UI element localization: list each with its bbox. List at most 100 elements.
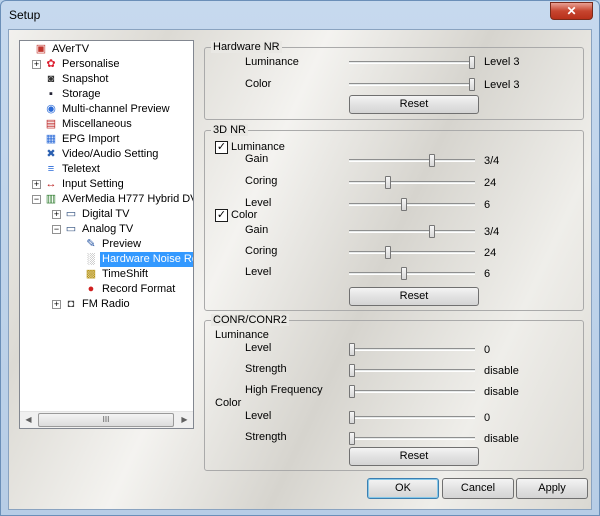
3d-nr-luminance-setting-value: 3/4 (484, 155, 500, 167)
conr-luminance-setting-value: disable (484, 365, 519, 377)
conr-reset-button[interactable]: Reset (349, 447, 479, 466)
conr-title: CONR/CONR2 (211, 314, 289, 326)
slider-thumb[interactable] (349, 432, 355, 445)
slider-thumb[interactable] (429, 154, 435, 167)
3d-nr-color-setting-value: 6 (484, 268, 491, 280)
conr-color-setting-value: disable (484, 433, 519, 445)
conr-color-setting-slider[interactable] (349, 432, 475, 445)
horizontal-scrollbar[interactable]: ◀ III ▶ (20, 411, 193, 428)
timeshift-icon: ▩ (85, 268, 97, 280)
hardware-nr-title: Hardware NR (211, 41, 282, 53)
expand-icon[interactable]: + (52, 300, 61, 309)
conr-luminance-setting-value: disable (484, 386, 519, 398)
3d-nr-reset-button[interactable]: Reset (349, 287, 479, 306)
3d-nr-color-label: Color (231, 209, 258, 221)
3d-nr-color-setting-label: Coring (245, 245, 278, 257)
conr-group: CONR/CONR2 Luminance Level 0 Strength disab… (204, 314, 584, 471)
epg-icon: ▦ (45, 133, 57, 145)
tree-item-label: FM Radio (82, 298, 130, 310)
settings-tree[interactable]: ▣ AVerTV + ✿ Personalise ◙ Snapshot ▪ Storage ◉ Mu… (19, 40, 194, 429)
window-title: Setup (9, 8, 41, 22)
tree-item-label: Digital TV (82, 208, 130, 220)
slider-thumb[interactable] (401, 267, 407, 280)
hardware-nr-luminance-value: Level 3 (484, 56, 520, 68)
conr-luminance-setting-label: High Frequency (245, 384, 323, 396)
conr-luminance-setting-value: 0 (484, 344, 491, 356)
3d-nr-color-setting-slider[interactable] (349, 225, 475, 238)
scroll-right-icon[interactable]: ▶ (176, 412, 193, 428)
tv-icon: ▭ (65, 208, 77, 220)
tree-item-label: Video/Audio Setting (62, 148, 159, 160)
slider-thumb[interactable] (401, 198, 407, 211)
3d-nr-color-setting-value: 3/4 (484, 226, 500, 238)
slider-thumb[interactable] (385, 176, 391, 189)
input-icon: ↔ (45, 178, 57, 190)
tree-item-label: Snapshot (62, 73, 109, 85)
hardware-nr-luminance-label: Luminance (245, 56, 299, 68)
tuner-card-icon: ▥ (45, 193, 57, 205)
tree-item-label: AVerMedia H777 Hybrid DVB (62, 193, 194, 205)
camera-icon: ◙ (47, 73, 55, 85)
scroll-left-icon[interactable]: ◀ (20, 412, 37, 428)
hardware-nr-reset-button[interactable]: Reset (349, 95, 479, 114)
personalise-icon: ✿ (46, 58, 56, 70)
tree-item-label: Hardware Noise Red (100, 252, 193, 267)
conr-color-setting-label: Strength (245, 431, 287, 443)
3d-nr-luminance-setting-slider[interactable] (349, 176, 475, 189)
3d-nr-color-setting-slider[interactable] (349, 246, 475, 259)
eye-icon: ◉ (46, 103, 56, 115)
slider-thumb[interactable] (349, 343, 355, 356)
slider-thumb[interactable] (349, 364, 355, 377)
slider-thumb[interactable] (349, 411, 355, 424)
3d-nr-luminance-setting-slider[interactable] (349, 154, 475, 167)
collapse-icon[interactable]: − (32, 195, 41, 204)
tree-item-label: Input Setting (62, 178, 124, 190)
title-bar[interactable]: Setup ✕ (1, 1, 599, 29)
hardware-nr-color-label: Color (245, 78, 272, 90)
scroll-thumb[interactable]: III (38, 413, 174, 427)
slider-thumb[interactable] (429, 225, 435, 238)
hardware-nr-group: Hardware NR Luminance Level 3 Color Leve… (204, 41, 584, 120)
3d-nr-luminance-checkbox[interactable]: ✓ (215, 141, 228, 154)
ok-button[interactable]: OK (367, 478, 439, 499)
slider-thumb[interactable] (349, 385, 355, 398)
3d-nr-luminance-setting-value: 6 (484, 199, 491, 211)
expand-icon[interactable]: + (52, 210, 61, 219)
conr-color-setting-value: 0 (484, 412, 491, 424)
conr-color-setting-slider[interactable] (349, 411, 475, 424)
noise-icon: ░ (87, 253, 95, 265)
3d-nr-color-setting-label: Level (245, 266, 272, 278)
conr-luminance-setting-slider[interactable] (349, 364, 475, 377)
record-icon: ● (87, 283, 95, 295)
apply-button[interactable]: Apply (516, 478, 588, 499)
collapse-icon[interactable]: − (52, 225, 61, 234)
tree-item-label: Storage (62, 88, 101, 100)
3d-nr-luminance-setting-value: 24 (484, 177, 497, 189)
3d-nr-color-setting-slider[interactable] (349, 267, 475, 280)
hardware-nr-luminance-slider[interactable] (349, 56, 475, 69)
checkmark-icon: ✓ (216, 141, 227, 153)
avertv-logo-icon: ▣ (35, 43, 47, 55)
3d-nr-color-checkbox[interactable]: ✓ (215, 209, 228, 222)
dialog-client-area: ▣ AVerTV + ✿ Personalise ◙ Snapshot ▪ Storage ◉ Mu… (8, 29, 592, 510)
close-button[interactable]: ✕ (550, 2, 593, 20)
3d-nr-group: 3D NR ✓ Luminance Gain 3/4 Coring 24 Level 6 … (204, 124, 584, 311)
slider-thumb[interactable] (469, 78, 475, 91)
tree-item-label: EPG Import (62, 133, 120, 145)
hardware-nr-color-slider[interactable] (349, 78, 475, 91)
conr-luminance-setting-label: Strength (245, 363, 287, 375)
floppy-disk-icon: ▪ (49, 88, 53, 100)
setup-window: Setup ✕ ▣ AVerTV + ✿ Personalise ◙ Snapshot ▪ St… (0, 0, 600, 516)
conr-luminance-label: Luminance (215, 329, 269, 341)
conr-luminance-setting-label: Level (245, 342, 272, 354)
slider-thumb[interactable] (385, 246, 391, 259)
conr-luminance-setting-slider[interactable] (349, 343, 475, 356)
tree-item-label: Personalise (62, 58, 120, 70)
conr-luminance-setting-slider[interactable] (349, 385, 475, 398)
tree-item-label: Miscellaneous (62, 118, 132, 130)
expand-icon[interactable]: + (32, 60, 41, 69)
3d-nr-luminance-setting-slider[interactable] (349, 198, 475, 211)
cancel-button[interactable]: Cancel (442, 478, 514, 499)
slider-thumb[interactable] (469, 56, 475, 69)
expand-icon[interactable]: + (32, 180, 41, 189)
